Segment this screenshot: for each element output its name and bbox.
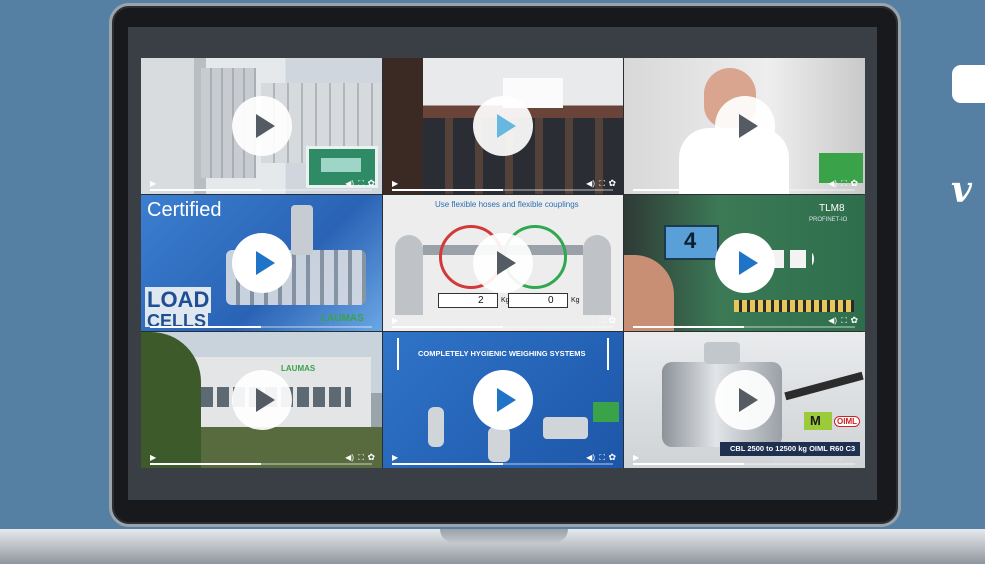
brand-mark: M bbox=[810, 413, 821, 428]
video-tile[interactable]: COMPLETELY HYGIENIC WEIGHING SYSTEMS ▶ ◀… bbox=[383, 332, 623, 468]
play-icon[interactable]: ▶ bbox=[633, 453, 639, 462]
video-caption: LAUMAS bbox=[281, 364, 316, 373]
play-icon bbox=[497, 388, 516, 412]
video-tile[interactable]: ▶ ◀) ⛶ ✿ bbox=[383, 58, 623, 194]
progress-bar[interactable] bbox=[150, 326, 372, 328]
settings-icon[interactable]: ✿ bbox=[608, 178, 616, 189]
display-value: 4 bbox=[684, 228, 697, 253]
progress-bar[interactable] bbox=[392, 326, 613, 328]
progress-bar[interactable] bbox=[150, 463, 372, 465]
video-tile[interactable]: ◀) ⛶ ✿ bbox=[624, 58, 865, 194]
video-controls bbox=[141, 313, 382, 331]
play-icon bbox=[497, 251, 516, 275]
video-tile[interactable]: M OIML CBL 2500 to 12500 kg OIML R60 C3 … bbox=[624, 332, 865, 468]
video-controls: ▶ ◀) ⛶ ✿ bbox=[383, 450, 623, 468]
video-caption: LOAD bbox=[145, 287, 212, 313]
progress-fill bbox=[150, 463, 261, 465]
video-caption: TLM8 bbox=[819, 203, 845, 214]
weight-value: 2 bbox=[478, 295, 484, 306]
video-controls: ▶ ⛶ ✿ bbox=[383, 313, 623, 331]
play-icon[interactable]: ▶ bbox=[150, 453, 156, 462]
play-button[interactable] bbox=[714, 233, 775, 293]
play-button[interactable] bbox=[473, 370, 533, 430]
play-icon bbox=[497, 114, 516, 138]
play-icon bbox=[255, 251, 275, 275]
laptop-base-notch bbox=[440, 529, 568, 543]
certification-badge: OIML bbox=[834, 416, 860, 427]
progress-fill bbox=[633, 463, 744, 465]
play-button[interactable] bbox=[231, 233, 292, 293]
video-controls: ▶ ◀) ⛶ ✿ bbox=[141, 176, 382, 194]
video-caption: Use flexible hoses and flexible coupling… bbox=[435, 200, 579, 209]
play-icon[interactable]: ▶ bbox=[392, 453, 398, 462]
play-button[interactable] bbox=[714, 370, 775, 430]
video-gallery: ▶ ◀) ⛶ ✿ ▶ ◀) ⛶ ✿ ◀) ⛶ ✿ Certified LOAD … bbox=[141, 58, 865, 468]
progress-bar[interactable] bbox=[633, 189, 855, 191]
volume-icon[interactable]: ◀) bbox=[586, 179, 595, 188]
progress-fill bbox=[150, 189, 261, 191]
play-icon[interactable]: ▶ bbox=[392, 316, 398, 325]
youtube-icon[interactable] bbox=[952, 65, 985, 103]
fullscreen-icon[interactable]: ⛶ bbox=[599, 179, 605, 189]
video-controls: ▶ ◀) ⛶ ✿ bbox=[383, 176, 623, 194]
video-tile[interactable]: TLM8 PROFINET-IO 4 ◀) ⛶ ✿ bbox=[624, 195, 865, 331]
play-button[interactable] bbox=[231, 96, 292, 156]
vimeo-icon[interactable]: v bbox=[951, 172, 972, 208]
volume-icon[interactable]: ◀) bbox=[345, 453, 354, 462]
video-tile[interactable]: ▶ ◀) ⛶ ✿ bbox=[141, 58, 382, 194]
weight-unit: Kg bbox=[501, 297, 510, 304]
video-caption: PROFINET-IO bbox=[809, 217, 848, 223]
play-icon bbox=[255, 388, 275, 412]
video-controls: ◀) ⛶ ✿ bbox=[624, 176, 865, 194]
fullscreen-icon[interactable]: ⛶ bbox=[841, 316, 847, 326]
play-icon bbox=[255, 114, 275, 138]
settings-icon[interactable]: ✿ bbox=[850, 315, 858, 326]
settings-icon[interactable]: ✿ bbox=[367, 178, 375, 189]
fullscreen-icon[interactable]: ⛶ bbox=[841, 179, 847, 189]
play-icon[interactable]: ▶ bbox=[150, 179, 156, 188]
play-icon bbox=[738, 251, 758, 275]
weight-unit: Kg bbox=[571, 297, 580, 304]
progress-fill bbox=[392, 326, 503, 328]
progress-fill bbox=[150, 326, 261, 328]
fullscreen-icon[interactable]: ⛶ bbox=[358, 179, 364, 189]
volume-icon[interactable]: ◀) bbox=[828, 179, 837, 188]
video-tile[interactable]: Certified LOAD CELLS LAUMAS bbox=[141, 195, 382, 331]
settings-icon[interactable]: ✿ bbox=[367, 452, 375, 463]
progress-fill bbox=[392, 463, 503, 465]
volume-icon[interactable]: ◀) bbox=[586, 453, 595, 462]
settings-icon[interactable]: ✿ bbox=[850, 178, 858, 189]
progress-bar[interactable] bbox=[150, 189, 372, 191]
play-icon[interactable]: ▶ bbox=[392, 179, 398, 188]
volume-icon[interactable]: ◀) bbox=[345, 179, 354, 188]
play-button[interactable] bbox=[714, 96, 775, 156]
fullscreen-icon[interactable]: ⛶ bbox=[358, 453, 364, 463]
progress-fill bbox=[633, 326, 744, 328]
play-icon bbox=[738, 114, 758, 138]
play-icon bbox=[738, 388, 758, 412]
video-controls: ▶ bbox=[624, 450, 865, 468]
progress-fill bbox=[633, 189, 744, 191]
progress-bar[interactable] bbox=[392, 463, 613, 465]
settings-icon[interactable]: ✿ bbox=[608, 315, 616, 326]
volume-icon[interactable]: ◀) bbox=[828, 316, 837, 325]
progress-bar[interactable] bbox=[633, 326, 855, 328]
play-button[interactable] bbox=[473, 96, 533, 156]
progress-bar[interactable] bbox=[633, 463, 855, 465]
video-tile[interactable]: Use flexible hoses and flexible coupling… bbox=[383, 195, 623, 331]
play-button[interactable] bbox=[473, 233, 533, 293]
video-controls: ▶ ◀) ⛶ ✿ bbox=[141, 450, 382, 468]
weight-value: 0 bbox=[548, 295, 554, 306]
video-caption: Certified bbox=[147, 199, 222, 221]
progress-fill bbox=[392, 189, 503, 191]
fullscreen-icon[interactable]: ⛶ bbox=[599, 316, 605, 326]
video-tile[interactable]: LAUMAS ▶ ◀) ⛶ ✿ bbox=[141, 332, 382, 468]
video-controls: ◀) ⛶ ✿ bbox=[624, 313, 865, 331]
video-caption: COMPLETELY HYGIENIC WEIGHING SYSTEMS bbox=[418, 349, 586, 358]
settings-icon[interactable]: ✿ bbox=[608, 452, 616, 463]
fullscreen-icon[interactable]: ⛶ bbox=[599, 453, 605, 463]
play-button[interactable] bbox=[231, 370, 292, 430]
progress-bar[interactable] bbox=[392, 189, 613, 191]
